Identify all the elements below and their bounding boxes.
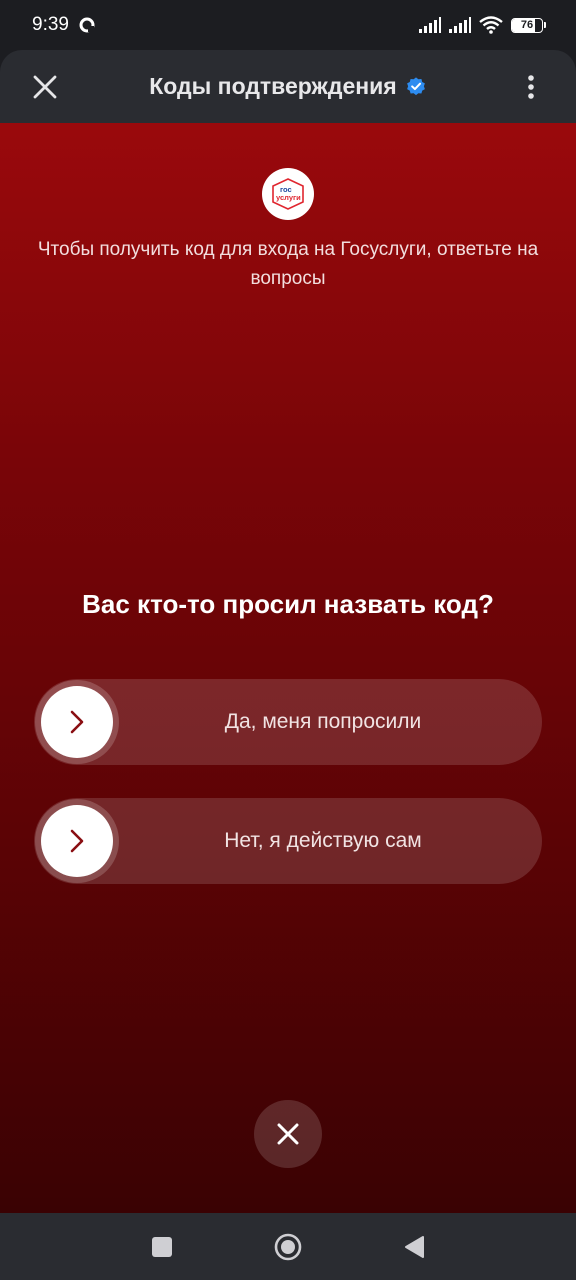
- battery-icon: 76: [511, 17, 546, 33]
- square-icon: [152, 1237, 172, 1257]
- main-content: гос услуги Чтобы получить код для входа …: [0, 123, 576, 1213]
- chevron-right-icon: [70, 710, 84, 734]
- slider-knob[interactable]: [35, 680, 119, 764]
- close-icon: [33, 75, 57, 99]
- app-header: Коды подтверждения: [0, 50, 576, 123]
- close-button[interactable]: [30, 72, 60, 102]
- wifi-icon: [479, 16, 503, 34]
- status-time: 9:39: [32, 14, 69, 35]
- logo-text-bottom: услуги: [276, 193, 301, 202]
- slider-label: Да, меня попросили: [224, 710, 422, 733]
- verified-badge-icon: [406, 76, 425, 95]
- question-heading: Вас кто-то просил назвать код?: [82, 589, 494, 619]
- recent-apps-button[interactable]: [148, 1233, 176, 1261]
- home-button[interactable]: [274, 1233, 302, 1261]
- back-button[interactable]: [400, 1233, 428, 1261]
- header-title-group: Коды подтверждения: [0, 50, 576, 123]
- more-menu-button[interactable]: [516, 72, 546, 102]
- page-title: Коды подтверждения: [149, 73, 397, 99]
- answer-slider-yes[interactable]: Да, меня попросили: [34, 679, 542, 765]
- chevron-right-icon: [70, 829, 84, 853]
- status-right: 76: [419, 16, 546, 34]
- dismiss-button[interactable]: [254, 1100, 322, 1168]
- battery-level: 76: [520, 19, 534, 31]
- slider-knob[interactable]: [35, 799, 119, 883]
- status-left: 9:39: [32, 14, 95, 36]
- gosuslugi-logo-icon: гос услуги: [272, 178, 304, 210]
- slider-label: Нет, я действую сам: [224, 829, 422, 852]
- triangle-back-icon: [405, 1236, 424, 1258]
- intro-text: Чтобы получить код для входа на Госуслуг…: [37, 239, 539, 289]
- gosuslugi-logo: гос услуги: [262, 168, 314, 220]
- cell-signal-icon: [419, 17, 441, 33]
- cell-signal-icon-2: [449, 17, 471, 33]
- circle-icon: [274, 1233, 302, 1261]
- system-nav-bar: [0, 1213, 576, 1280]
- close-icon: [277, 1123, 299, 1145]
- more-vertical-icon: [528, 75, 534, 99]
- notification-icon: [79, 17, 95, 33]
- status-bar: 9:39 76: [0, 0, 576, 50]
- answer-slider-no[interactable]: Нет, я действую сам: [34, 798, 542, 884]
